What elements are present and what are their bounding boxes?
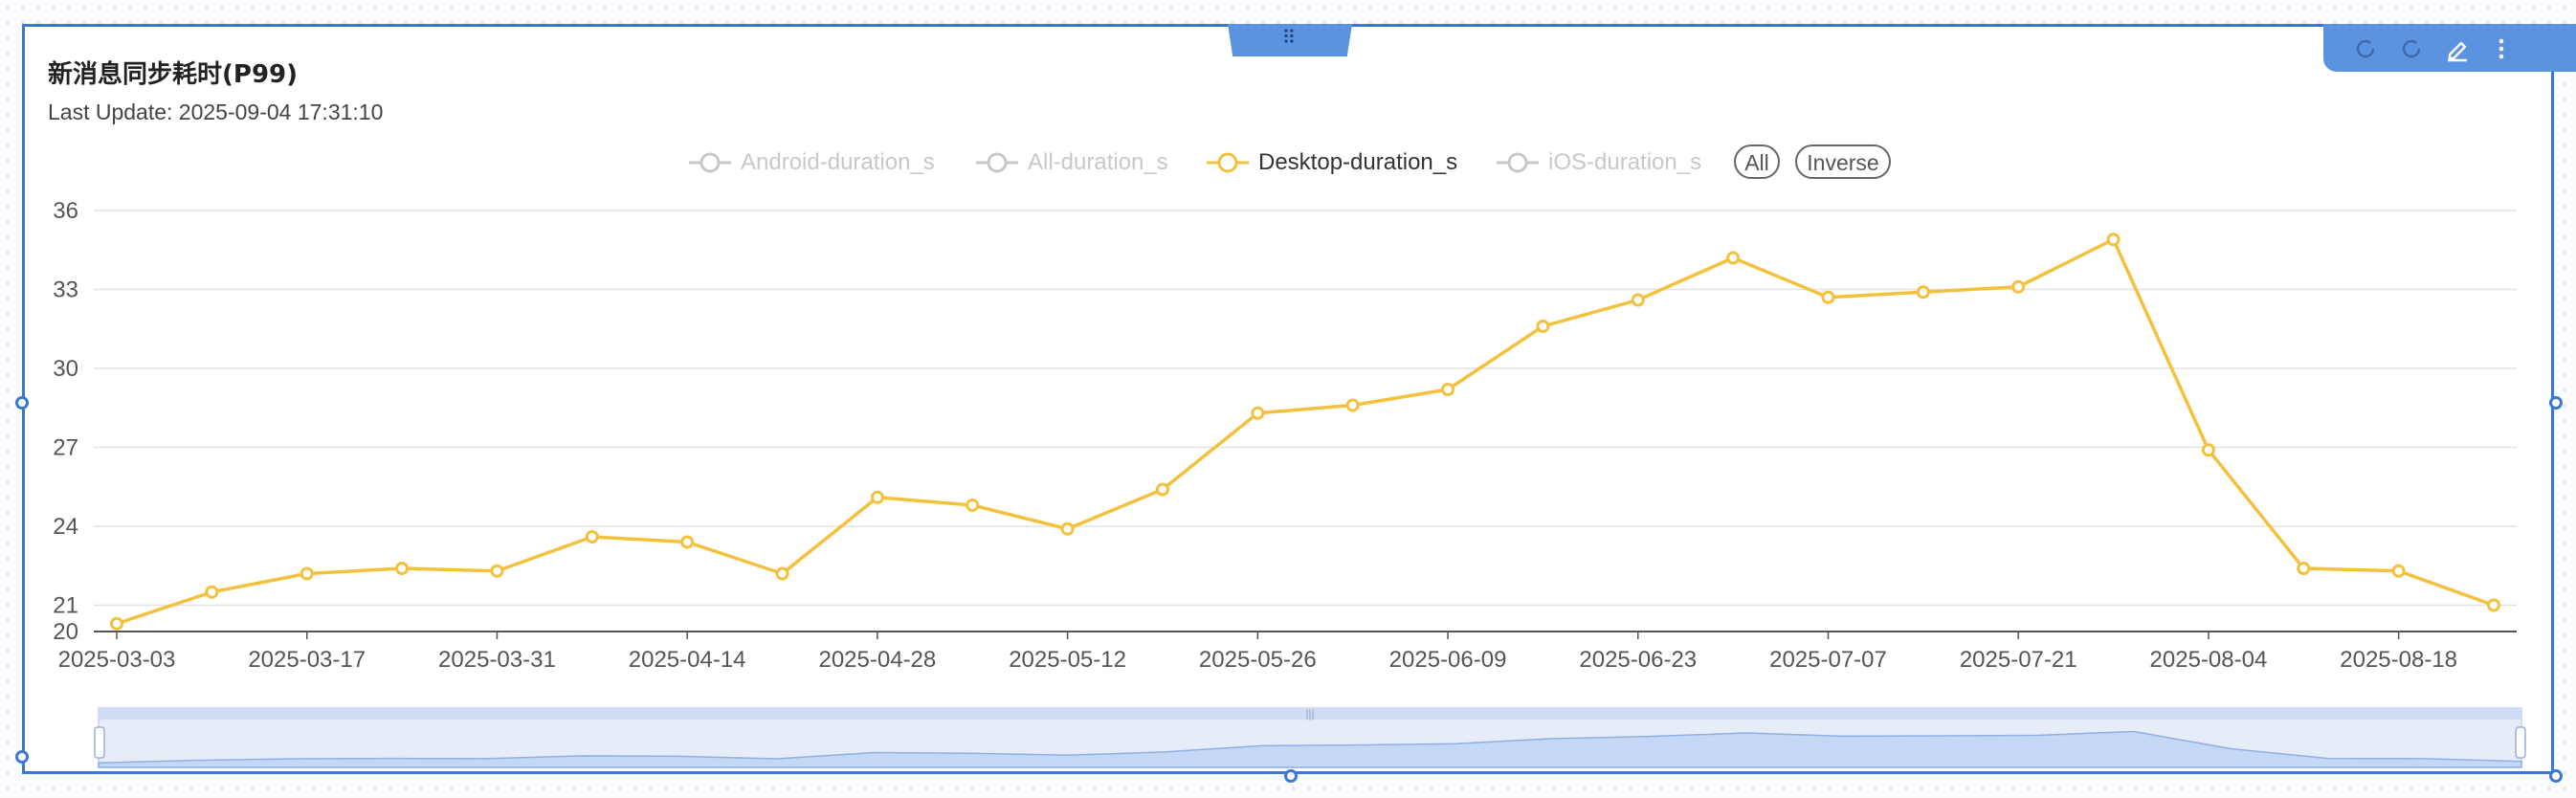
y-tick-label: 24 bbox=[53, 514, 78, 540]
data-point bbox=[775, 566, 789, 581]
line-chart: 2021 24 27 30 33 36 2025-03-03 2025-03-17 2025-0… bbox=[53, 198, 2526, 768]
data-point bbox=[2297, 562, 2311, 575]
data-point bbox=[1821, 290, 1835, 304]
y-tick-label: 30 bbox=[53, 356, 78, 382]
y-tick-label: 33 bbox=[53, 277, 78, 303]
data-point bbox=[490, 564, 504, 578]
zoom-handle-right bbox=[2515, 726, 2526, 759]
data-point bbox=[1060, 521, 1075, 536]
data-point bbox=[1251, 406, 1265, 420]
data-point bbox=[2487, 598, 2500, 612]
x-tick-label: 2025-05-26 bbox=[1199, 647, 1317, 673]
x-tick-label: 2025-08-18 bbox=[2340, 647, 2457, 673]
data-zoom-slider[interactable]: ||| bbox=[94, 707, 2526, 768]
data-point bbox=[1441, 383, 1455, 396]
data-point bbox=[1345, 398, 1360, 412]
zoom-grip: ||| bbox=[1305, 707, 1314, 720]
y-tick-label: 36 bbox=[53, 198, 78, 224]
x-tick-label: 2025-04-28 bbox=[818, 647, 936, 673]
y-tick-label: 21 bbox=[53, 593, 78, 619]
resize-handle-bottom-right[interactable] bbox=[2549, 769, 2563, 783]
x-tick-label: 2025-06-23 bbox=[1579, 647, 1697, 673]
series-desktop bbox=[110, 233, 2500, 631]
data-point bbox=[1631, 293, 1645, 307]
data-point bbox=[1916, 285, 1930, 299]
x-tick-label: 2025-04-14 bbox=[629, 647, 746, 673]
resize-handle-bottom[interactable] bbox=[1284, 769, 1298, 783]
data-point bbox=[680, 535, 695, 549]
data-point bbox=[110, 616, 123, 631]
x-tick-label: 2025-03-17 bbox=[248, 647, 366, 673]
data-point bbox=[2201, 443, 2215, 457]
data-point bbox=[585, 530, 599, 543]
x-tick-label: 2025-07-07 bbox=[1769, 647, 1887, 673]
data-point bbox=[1726, 251, 1741, 265]
resize-handle-bottom-left[interactable] bbox=[15, 750, 29, 764]
data-point bbox=[870, 490, 884, 504]
y-tick-label: 27 bbox=[53, 435, 78, 461]
data-point bbox=[205, 585, 219, 599]
resize-handle-right[interactable] bbox=[2549, 396, 2563, 410]
resize-handle-left[interactable] bbox=[15, 396, 29, 410]
x-tick-label: 2025-08-04 bbox=[2150, 647, 2268, 673]
data-point bbox=[2391, 564, 2406, 578]
series-line bbox=[116, 237, 2495, 626]
data-point bbox=[966, 499, 980, 512]
data-point bbox=[2106, 233, 2121, 247]
data-point bbox=[1536, 320, 1550, 333]
x-tick-label: 2025-03-03 bbox=[58, 647, 176, 673]
x-tick-label: 2025-07-21 bbox=[1960, 647, 2077, 673]
x-tick-label: 2025-03-31 bbox=[438, 647, 556, 673]
axes: 2021 24 27 30 33 36 2025-03-03 2025-03-17 2025-0… bbox=[53, 198, 2517, 673]
data-point bbox=[300, 566, 314, 581]
y-tick-label: 20 bbox=[53, 619, 78, 645]
x-tick-label: 2025-06-09 bbox=[1389, 647, 1507, 673]
data-point bbox=[1155, 482, 1169, 497]
data-point bbox=[395, 562, 410, 575]
data-point bbox=[2011, 279, 2026, 294]
x-tick-label: 2025-05-12 bbox=[1009, 647, 1126, 673]
zoom-handle-left bbox=[94, 726, 105, 759]
